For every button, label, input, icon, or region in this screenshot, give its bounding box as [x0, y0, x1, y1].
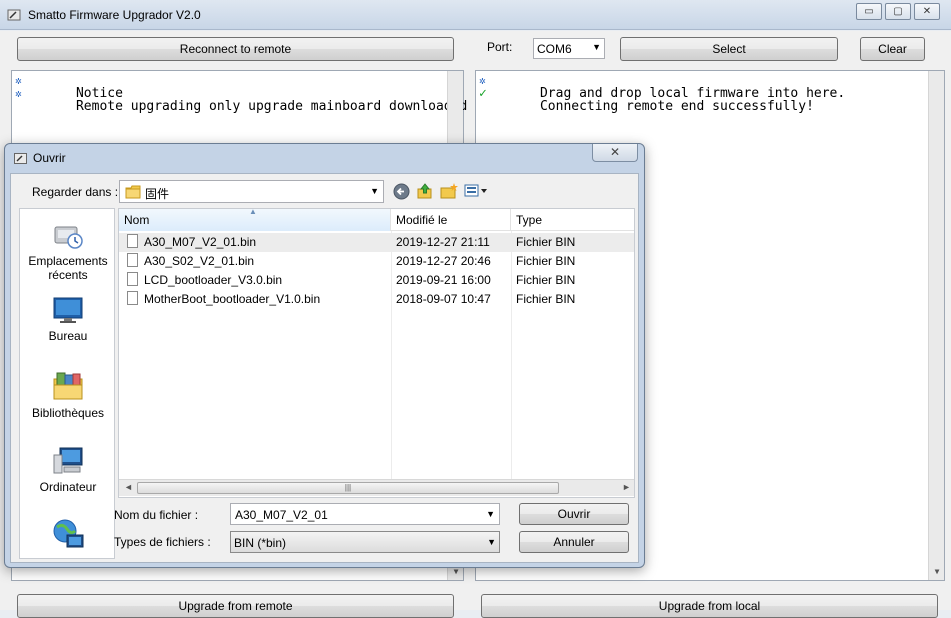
port-label: Port: [487, 40, 513, 54]
file-type: Fichier BIN [516, 273, 576, 287]
close-button[interactable]: ✕ [914, 3, 940, 20]
file-icon [127, 234, 138, 248]
file-type: Fichier BIN [516, 235, 576, 249]
place-label: Bureau [48, 329, 88, 343]
window-title: Smatto Firmware Upgrador V2.0 [28, 8, 201, 22]
reconnect-button[interactable]: Reconnect to remote [17, 37, 454, 61]
chevron-down-icon[interactable]: ▼ [486, 509, 495, 519]
file-row[interactable]: A30_M07_V2_01.bin 2019-12-27 21:11 Fichi… [119, 233, 634, 252]
filetype-select[interactable]: BIN (*bin) ▼ [230, 531, 500, 553]
file-modified: 2019-12-27 21:11 [396, 235, 490, 249]
up-folder-icon[interactable] [416, 182, 434, 200]
filename-input[interactable]: A30_M07_V2_01 ▼ [230, 503, 500, 525]
checkmark-icon: ✓ [479, 86, 487, 101]
app-icon [7, 9, 21, 21]
select-button[interactable]: Select [620, 37, 838, 61]
chevron-down-icon: ▼ [370, 186, 379, 196]
title-bar: Smatto Firmware Upgrador V2.0 ▭ ▢ ✕ [0, 0, 951, 30]
log-line: ✲ Notice [15, 74, 123, 101]
filename-label: Nom du fichier : [114, 508, 199, 522]
upgrade-from-remote-button[interactable]: Upgrade from remote [17, 594, 454, 618]
desktop-icon [53, 297, 83, 323]
file-list-hscrollbar[interactable]: ◄ ||| ► [119, 479, 634, 496]
file-name: A30_M07_V2_01.bin [144, 235, 257, 249]
place-label: Emplacements récents [28, 254, 108, 282]
file-name: MotherBoot_bootloader_V1.0.bin [144, 292, 321, 306]
filetype-label: Types de fichiers : [114, 535, 211, 549]
column-header-label: Type [516, 213, 543, 227]
new-folder-icon[interactable] [440, 182, 458, 200]
view-menu-icon[interactable] [464, 183, 490, 199]
file-name: LCD_bootloader_V3.0.bin [144, 273, 283, 287]
log-line: ✲ Remote upgrading only upgrade mainboard… [15, 87, 468, 114]
place-computer[interactable]: Ordinateur [20, 445, 116, 494]
file-list[interactable]: Nom ▲ Modifié le Type A30_M07_V2_01.bin … [118, 207, 635, 498]
scroll-down-icon[interactable]: ▼ [929, 565, 945, 578]
places-bar: Emplacements récents Bureau Bibliothèque… [19, 208, 115, 559]
file-modified: 2019-09-21 16:00 [396, 273, 491, 287]
log-line: ✲ Drag and drop local firmware into here. [479, 74, 846, 101]
place-desktop[interactable]: Bureau [20, 294, 116, 343]
file-icon [127, 253, 138, 267]
file-list-header: Nom ▲ Modifié le Type [119, 207, 634, 231]
clear-button[interactable]: Clear [860, 37, 925, 61]
column-header-modified[interactable]: Modifié le [391, 209, 511, 231]
right-console-scrollbar[interactable]: ▼ [928, 71, 944, 580]
sort-ascending-icon: ▲ [249, 207, 257, 216]
file-icon [127, 272, 138, 286]
chevron-down-icon: ▼ [592, 42, 601, 52]
column-header-type[interactable]: Type [511, 209, 634, 231]
file-type: Fichier BIN [516, 254, 576, 268]
place-label: Bibliothèques [31, 406, 105, 420]
look-in-value: 固件 [145, 187, 170, 201]
file-modified: 2018-09-07 10:47 [396, 292, 491, 306]
filename-value: A30_M07_V2_01 [235, 508, 328, 522]
open-button[interactable]: Ouvrir [519, 503, 629, 525]
file-row[interactable]: MotherBoot_bootloader_V1.0.bin 2018-09-0… [119, 290, 634, 309]
place-libraries[interactable]: Bibliothèques [20, 369, 116, 420]
port-select-value: COM6 [537, 42, 572, 56]
maximize-button[interactable]: ▢ [885, 3, 911, 20]
upgrade-from-local-button[interactable]: Upgrade from local [481, 594, 938, 618]
minimize-button[interactable]: ▭ [856, 3, 882, 20]
scroll-left-icon[interactable]: ◄ [124, 482, 133, 492]
dialog-app-icon [14, 153, 27, 164]
file-modified: 2019-12-27 20:46 [396, 254, 491, 268]
place-recent[interactable]: Emplacements récents [20, 219, 116, 282]
computer-icon [53, 447, 83, 474]
file-row[interactable]: A30_S02_V2_01.bin 2019-12-27 20:46 Fichi… [119, 252, 634, 271]
filetype-value: BIN (*bin) [234, 536, 287, 550]
dialog-close-button[interactable]: ✕ [592, 144, 638, 162]
scroll-thumb[interactable]: ||| [137, 482, 559, 494]
file-type: Fichier BIN [516, 292, 576, 306]
recent-places-icon [54, 226, 83, 249]
folder-icon [125, 185, 141, 199]
file-name: A30_S02_V2_01.bin [144, 254, 255, 268]
cancel-button[interactable]: Annuler [519, 531, 629, 553]
open-file-dialog: Ouvrir ✕ Regarder dans : 固件 ▼ Emplacemen… [4, 143, 645, 568]
dialog-title: Ouvrir [33, 151, 66, 165]
network-icon [53, 519, 84, 548]
port-select[interactable]: COM6 ▼ [533, 38, 605, 59]
scroll-right-icon[interactable]: ► [622, 482, 631, 492]
back-arrow-icon[interactable] [393, 183, 410, 200]
file-row[interactable]: LCD_bootloader_V3.0.bin 2019-09-21 16:00… [119, 271, 634, 290]
file-icon [127, 291, 138, 305]
place-label: Ordinateur [39, 480, 97, 494]
log-line: ✓ Connecting remote end successfully! [479, 86, 814, 114]
gear-bullet-icon: ✲ [15, 74, 22, 87]
dialog-body: Regarder dans : 固件 ▼ Emplacements récent… [10, 173, 639, 563]
column-header-label: Nom [124, 213, 150, 227]
column-header-label: Modifié le [396, 213, 448, 227]
column-header-name[interactable]: Nom ▲ [119, 207, 391, 231]
look-in-label: Regarder dans : [32, 185, 119, 199]
chevron-down-icon: ▼ [487, 537, 496, 547]
libraries-icon [53, 372, 83, 400]
look-in-select[interactable]: 固件 ▼ [119, 180, 384, 203]
place-network[interactable] [20, 517, 116, 554]
gear-bullet-icon: ✲ [15, 87, 22, 100]
